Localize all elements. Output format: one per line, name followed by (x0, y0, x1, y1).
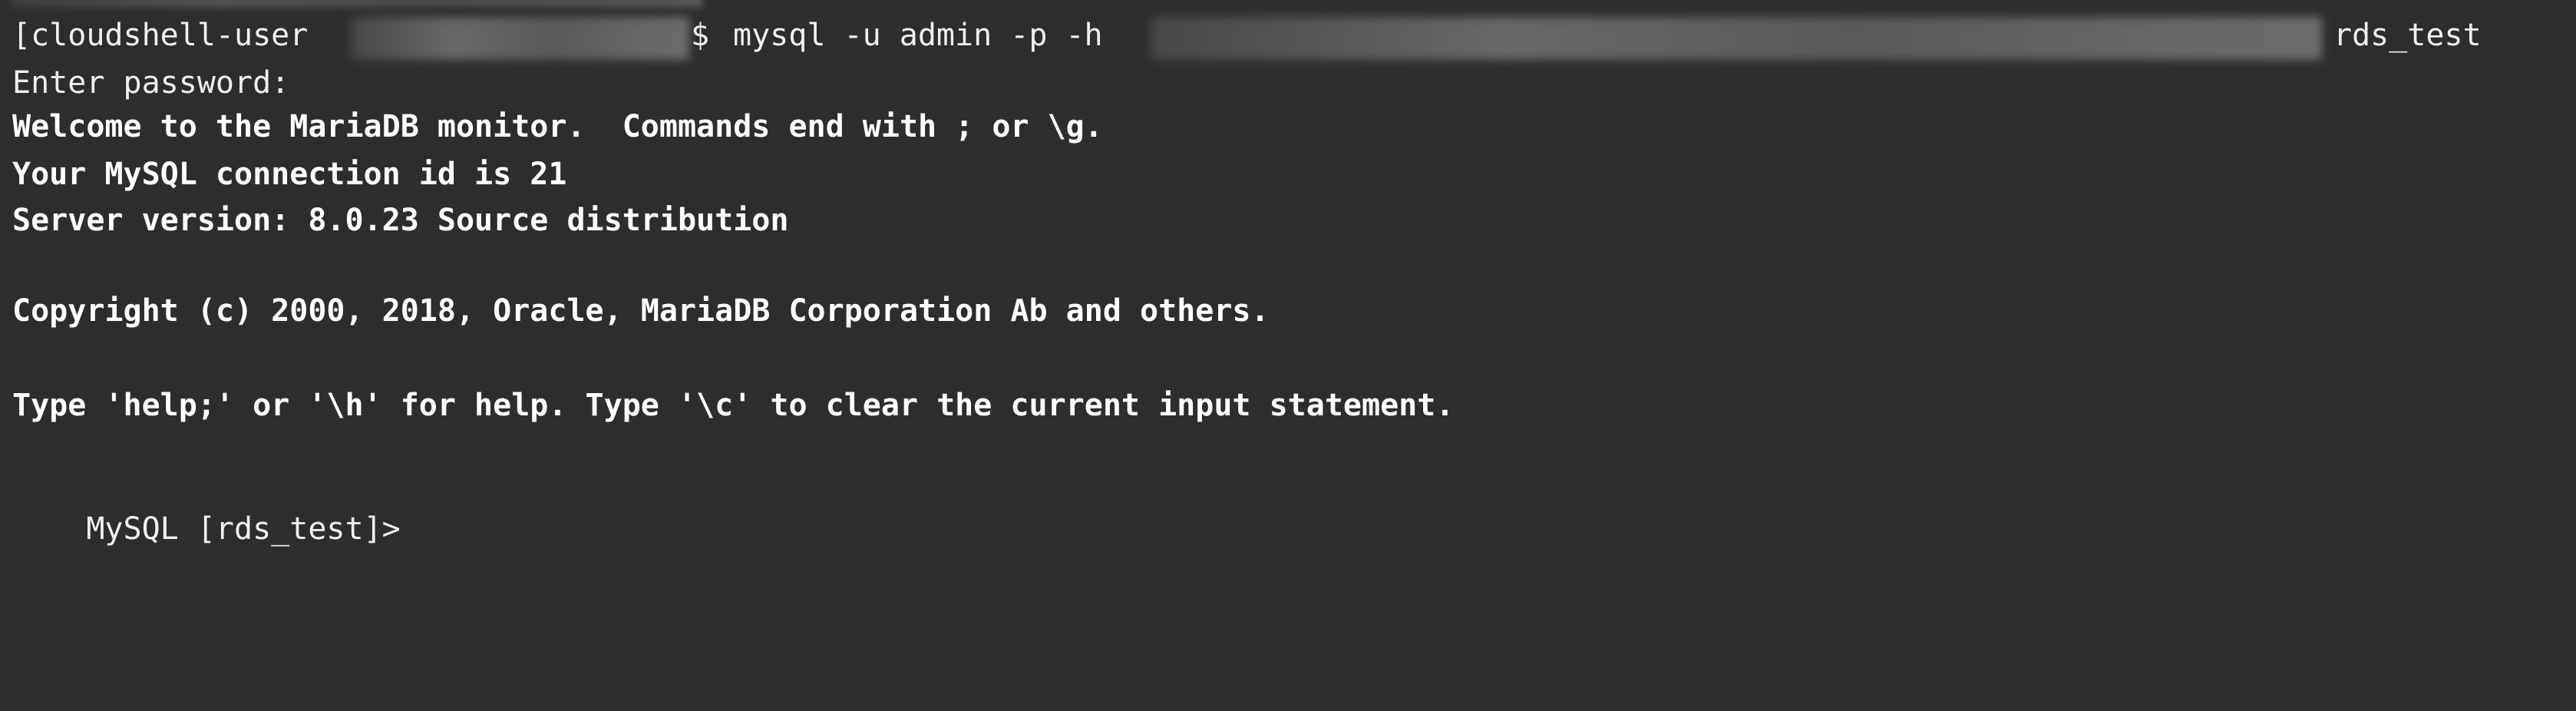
shell-command-database-arg: rds_test (2333, 18, 2482, 53)
help-line: Type 'help;' or '\h' for help. Type '\c'… (12, 388, 1455, 423)
shell-prompt-prefix: [cloudshell-user (12, 18, 309, 53)
server-version-line: Server version: 8.0.23 Source distributi… (12, 203, 789, 238)
mysql-prompt-line[interactable]: MySQL [rds_test]> (12, 482, 418, 575)
terminal-cursor (401, 513, 418, 544)
welcome-line: Welcome to the MariaDB monitor. Commands… (12, 109, 1103, 144)
connection-id-line: Your MySQL connection id is 21 (12, 157, 567, 192)
enter-password-line: Enter password: (12, 65, 290, 101)
redacted-top-line (12, 0, 703, 8)
terminal-window[interactable]: [cloudshell-user $ mysql -u admin -p -h … (0, 0, 2576, 711)
copyright-line: Copyright (c) 2000, 2018, Oracle, MariaD… (12, 293, 1270, 329)
mysql-prompt: MySQL [rds_test]> (86, 511, 401, 547)
shell-dollar-sign: $ (691, 18, 710, 53)
redacted-hostname (352, 17, 689, 60)
redacted-db-endpoint (1151, 17, 2322, 60)
shell-command: mysql -u admin -p -h (733, 18, 1103, 53)
